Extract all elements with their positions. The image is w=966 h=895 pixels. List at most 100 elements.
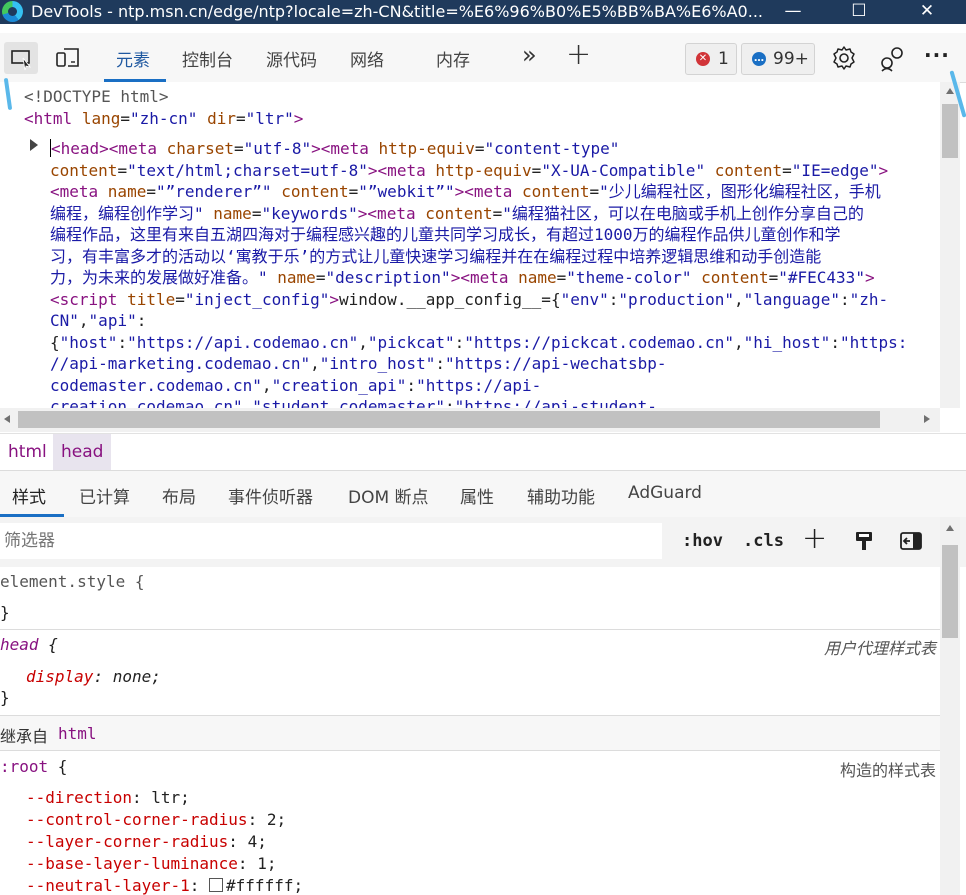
color-swatch[interactable] — [209, 878, 224, 892]
cls-button[interactable]: .cls — [743, 531, 784, 551]
source-token: "inject_config" — [184, 289, 330, 309]
tab-dom-breakpoints[interactable]: DOM 断点 — [348, 483, 429, 508]
messages-badge[interactable]: … 99+ — [741, 43, 815, 75]
source-token: 编程作品，这里有来自五湖四海对于编程感兴趣的儿童共同学习成长，有超过1000万的… — [50, 225, 841, 244]
doctype-node[interactable]: <!DOCTYPE html> — [24, 86, 169, 108]
scroll-left-arrow-icon[interactable] — [4, 415, 10, 423]
scroll-right-arrow-icon[interactable] — [924, 415, 930, 423]
source-token: "#FEC433" — [778, 268, 865, 287]
close-brace: } — [0, 603, 10, 622]
tab-memory[interactable]: 内存 — [436, 46, 470, 71]
css-property[interactable]: display: none; — [26, 667, 161, 686]
tab-elements[interactable]: 元素 — [116, 46, 150, 71]
elements-tree[interactable]: <!DOCTYPE html> <html lang="zh-cn" dir="… — [0, 82, 940, 408]
inherited-from-link[interactable]: html — [58, 724, 97, 743]
breadcrumb-head[interactable]: head — [53, 434, 112, 470]
root-rule-selector[interactable]: :root { — [0, 757, 67, 776]
source-token: "https: — [839, 332, 908, 352]
new-rule-icon: + — [802, 521, 828, 556]
source-token: "”renderer”" — [155, 182, 272, 201]
tab-styles[interactable]: 样式 — [12, 483, 46, 508]
tab-sources[interactable]: 源代码 — [266, 46, 317, 71]
source-line: CN","api": — [50, 310, 940, 332]
element-state-button[interactable] — [853, 530, 875, 557]
tab-event-listeners[interactable]: 事件侦听器 — [228, 483, 313, 508]
tab-accessibility[interactable]: 辅助功能 — [527, 483, 595, 508]
source-token — [272, 182, 282, 201]
source-token: name — [213, 203, 252, 223]
close-brace: } — [0, 688, 10, 707]
close-window-button[interactable]: ✕ — [912, 0, 942, 24]
head-node[interactable]: <head><meta charset="utf-8"><meta http-e… — [50, 138, 940, 408]
css-property[interactable]: --base-layer-luminance: 1; — [26, 854, 276, 873]
hov-button[interactable]: :hov — [682, 531, 723, 551]
tab-adguard[interactable]: AdGuard — [628, 483, 702, 503]
source-token: = — [474, 139, 485, 158]
html-node[interactable]: <html lang="zh-cn" dir="ltr"> — [24, 108, 303, 130]
tab-network[interactable]: 网络 — [350, 46, 384, 71]
errors-badge[interactable]: ✕ 1 — [685, 43, 737, 75]
elements-horizontal-scrollbar[interactable] — [0, 408, 940, 432]
source-token: "content-type" — [484, 139, 620, 158]
css-property[interactable]: --layer-corner-radius: 4; — [26, 832, 267, 851]
source-token: "X-UA-Compatible" — [541, 160, 706, 180]
source-token: "https://api-wechatsbp- — [444, 354, 667, 373]
source-line: codemaster.codemao.cn","creation_api":"h… — [50, 375, 940, 397]
source-token: "creation_api" — [271, 375, 407, 395]
source-token: = — [531, 160, 542, 180]
tab-console[interactable]: 控制台 — [182, 46, 233, 71]
source-token: charset — [166, 139, 235, 158]
inspect-button[interactable] — [4, 42, 38, 74]
device-emulation-button[interactable] — [54, 43, 84, 73]
customize-button[interactable] — [877, 43, 907, 73]
source-token: content — [714, 160, 783, 180]
source-token: , — [733, 289, 744, 309]
settings-button[interactable] — [829, 43, 859, 73]
more-options-button[interactable]: ··· — [924, 43, 950, 67]
element-style-selector[interactable]: element.style { — [0, 572, 145, 591]
more-tabs-button[interactable]: » — [522, 41, 537, 69]
source-token — [705, 161, 715, 180]
scroll-thumb[interactable] — [942, 104, 958, 158]
minimize-button[interactable]: — — [778, 0, 808, 24]
source-token: name — [518, 268, 557, 287]
elements-vertical-scrollbar[interactable] — [940, 82, 960, 408]
scroll-thumb[interactable] — [18, 411, 880, 428]
source-token: : — [406, 375, 417, 395]
expand-arrow-icon[interactable] — [30, 139, 38, 151]
scroll-thumb[interactable] — [942, 545, 958, 638]
edge-logo-icon — [2, 1, 23, 22]
source-token: = — [251, 203, 262, 223]
css-property[interactable]: --direction: ltr; — [26, 788, 190, 807]
source-token: <meta — [320, 139, 379, 158]
styles-tabbar: 样式 已计算 布局 事件侦听器 DOM 断点 属性 辅助功能 AdGuard — [0, 470, 966, 518]
styles-pane[interactable]: element.style { } head { 用户代理样式表 display… — [0, 567, 940, 895]
filter-input[interactable] — [0, 523, 662, 559]
new-style-rule-button[interactable]: + — [802, 521, 827, 556]
tab-computed[interactable]: 已计算 — [79, 483, 130, 508]
source-token: <meta — [460, 268, 519, 287]
source-token: = — [117, 160, 128, 180]
tab-layout[interactable]: 布局 — [162, 483, 196, 508]
source-token: 习，有丰富多才的活动以‘寓教于乐’的方式让儿童快速学习编程并在在编程过程中培养逻… — [50, 246, 822, 266]
source-token: : — [839, 289, 850, 309]
breadcrumb: html head — [0, 433, 966, 470]
styles-vertical-scrollbar[interactable] — [940, 517, 960, 895]
add-tab-button[interactable]: + — [566, 37, 591, 72]
source-token: "api" — [88, 311, 137, 330]
source-line: //api-marketing.codemao.cn","intro_host"… — [50, 353, 940, 375]
scroll-up-arrow-icon[interactable] — [946, 525, 954, 531]
source-token: : — [608, 289, 619, 309]
source-token: "language" — [743, 289, 840, 309]
css-property[interactable]: --control-corner-radius: 2; — [26, 810, 286, 829]
source-token — [268, 268, 278, 287]
scroll-up-arrow-icon[interactable] — [946, 88, 954, 94]
tab-properties[interactable]: 属性 — [460, 483, 494, 508]
maximize-button[interactable]: ☐ — [844, 0, 874, 24]
head-rule-selector[interactable]: head { — [0, 635, 58, 654]
breadcrumb-html[interactable]: html — [0, 434, 55, 470]
css-property[interactable]: --neutral-layer-1: #ffffff; — [26, 876, 303, 895]
toggle-sidebar-button[interactable] — [899, 530, 923, 557]
styles-filter-bar: :hov .cls + — [0, 517, 966, 567]
constructed-stylesheet-label: 构造的样式表 — [839, 761, 936, 780]
